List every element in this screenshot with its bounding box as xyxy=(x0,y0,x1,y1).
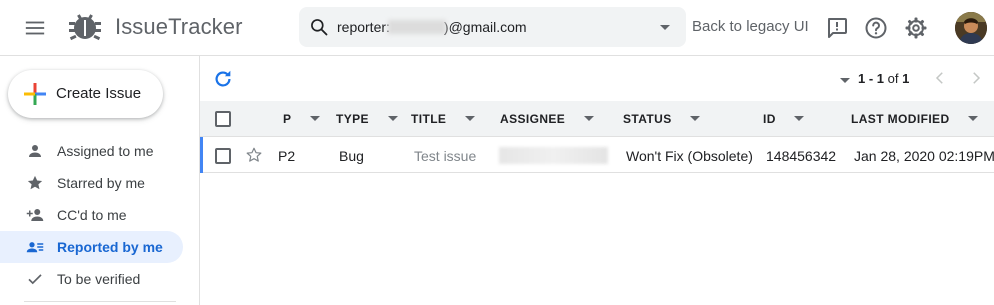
page-size-dropdown-icon[interactable] xyxy=(840,78,850,83)
check-icon xyxy=(28,274,42,285)
column-header-label: STATUS xyxy=(623,112,672,126)
table-row[interactable]: P2 Bug Test issue Won't Fix (Obsolete) 1… xyxy=(200,137,994,173)
app-title[interactable]: IssueTracker xyxy=(115,14,243,40)
cell-assignee-redacted xyxy=(499,147,608,164)
search-query[interactable]: reporter: )@gmail.com xyxy=(337,19,527,35)
pagination-info: 1 - 1 of 1 xyxy=(858,71,909,86)
column-header-status[interactable]: STATUS xyxy=(623,112,701,126)
sidebar-item-to-be-verified[interactable]: To be verified xyxy=(0,263,183,295)
person-add-icon xyxy=(26,209,44,221)
star-outline-icon[interactable] xyxy=(245,146,263,164)
search-options-dropdown-icon[interactable] xyxy=(660,25,670,30)
column-header-priority[interactable]: P xyxy=(283,112,321,126)
top-app-bar: IssueTracker reporter: )@gmail.com Back t… xyxy=(0,0,994,56)
reported-icon xyxy=(26,242,44,253)
settings-gear-icon[interactable] xyxy=(904,16,928,40)
create-issue-button[interactable]: Create Issue xyxy=(8,70,163,118)
column-header-label: ID xyxy=(763,112,776,126)
row-checkbox[interactable] xyxy=(215,148,231,164)
column-header-label: TYPE xyxy=(336,112,369,126)
pagination-range: 1 - 1 xyxy=(858,71,885,86)
sidebar-divider xyxy=(24,301,176,302)
menu-icon[interactable] xyxy=(24,17,46,39)
row-focus-indicator xyxy=(200,137,203,173)
next-page-icon[interactable] xyxy=(967,69,985,87)
column-header-label: LAST MODIFIED xyxy=(851,112,950,126)
back-to-legacy-link[interactable]: Back to legacy UI xyxy=(692,18,809,35)
feedback-icon[interactable] xyxy=(825,16,849,40)
previous-page-icon[interactable] xyxy=(931,69,949,87)
help-icon[interactable] xyxy=(864,16,888,40)
sort-dropdown-icon[interactable] xyxy=(690,116,701,121)
sort-dropdown-icon[interactable] xyxy=(583,116,594,121)
search-bar[interactable]: reporter: )@gmail.com xyxy=(299,7,686,47)
sidebar-item-ccd-to-me[interactable]: CC'd to me xyxy=(0,199,183,231)
sidebar-item-label: Assigned to me xyxy=(57,143,154,159)
cell-id[interactable]: 148456342 xyxy=(766,148,836,164)
column-header-title[interactable]: TITLE xyxy=(411,112,475,126)
user-avatar[interactable] xyxy=(955,12,987,44)
column-header-type[interactable]: TYPE xyxy=(336,112,398,126)
cell-last-modified: Jan 28, 2020 02:19PM xyxy=(854,148,994,164)
cell-status: Won't Fix (Obsolete) xyxy=(626,148,753,164)
pagination-of: of xyxy=(887,71,899,86)
sort-dropdown-icon[interactable] xyxy=(794,116,805,121)
sort-dropdown-icon[interactable] xyxy=(310,116,321,121)
pagination-total: 1 xyxy=(902,71,910,86)
sidebar-item-starred-by-me[interactable]: Starred by me xyxy=(0,167,183,199)
create-issue-label: Create Issue xyxy=(56,85,142,102)
sidebar-item-label: To be verified xyxy=(57,271,141,287)
column-header-last-modified[interactable]: LAST MODIFIED xyxy=(851,112,979,126)
plus-icon xyxy=(24,83,46,105)
sidebar-item-assigned-to-me[interactable]: Assigned to me xyxy=(0,135,183,167)
column-header-assignee[interactable]: ASSIGNEE xyxy=(500,112,594,126)
avatar-image xyxy=(955,12,987,44)
cell-title[interactable]: Test issue xyxy=(414,148,476,164)
sort-dropdown-icon[interactable] xyxy=(968,116,979,121)
sort-dropdown-icon[interactable] xyxy=(465,116,475,121)
sidebar: Create Issue Assigned to me Starred by m… xyxy=(0,56,200,305)
column-header-label: TITLE xyxy=(411,112,447,126)
sidebar-item-label: Starred by me xyxy=(57,175,145,191)
cell-priority: P2 xyxy=(278,148,296,164)
search-icon[interactable] xyxy=(309,17,329,37)
sidebar-item-label: CC'd to me xyxy=(57,207,127,223)
star-icon xyxy=(27,175,43,190)
search-query-prefix: reporter: xyxy=(337,19,390,35)
cell-type: Bug xyxy=(339,148,364,164)
sidebar-item-reported-by-me[interactable]: Reported by me xyxy=(0,231,183,263)
person-icon xyxy=(29,145,41,157)
select-all-checkbox[interactable] xyxy=(215,111,231,127)
column-header-id[interactable]: ID xyxy=(763,112,805,126)
sort-dropdown-icon[interactable] xyxy=(387,116,398,121)
redacted-text xyxy=(387,20,446,34)
search-query-suffix: )@gmail.com xyxy=(443,19,527,35)
refresh-icon[interactable] xyxy=(212,68,234,90)
column-header-label: ASSIGNEE xyxy=(500,112,566,126)
column-header-label: P xyxy=(283,112,292,126)
table-header: P TYPE TITLE ASSIGNEE STATUS ID LAST MOD… xyxy=(200,101,994,137)
sidebar-item-label: Reported by me xyxy=(57,239,163,255)
bug-logo-icon[interactable] xyxy=(67,10,103,46)
